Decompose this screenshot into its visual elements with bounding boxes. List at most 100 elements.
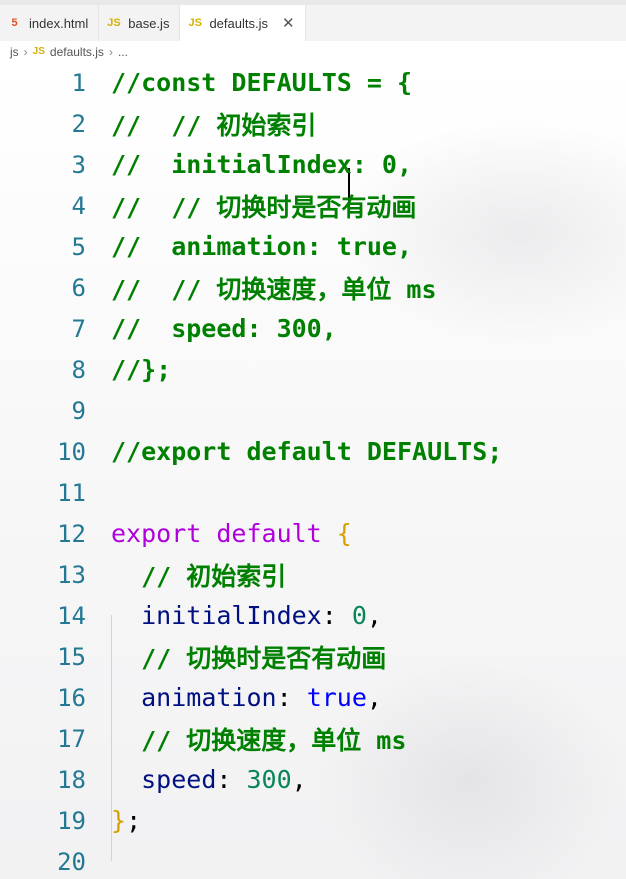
line-number: 14	[57, 601, 86, 630]
code-line[interactable]: 8 //};	[0, 349, 626, 390]
breadcrumb-file[interactable]: defaults.js	[50, 45, 104, 59]
code-line[interactable]: 14 initialIndex: 0,	[0, 595, 626, 636]
line-number: 2	[71, 109, 86, 138]
code-text: // // 切换速度，单位 ms	[111, 270, 437, 306]
code-text: // 切换速度，单位 ms	[111, 721, 406, 757]
line-number: 19	[57, 806, 86, 835]
comment-token: //const DEFAULTS = {	[111, 68, 413, 97]
code-line[interactable]: 1 //const DEFAULTS = {	[0, 62, 626, 103]
code-text: // initialIndex: 0,	[111, 150, 412, 179]
js-icon: JS	[188, 17, 202, 29]
line-number: 1	[71, 68, 86, 97]
comment-token: //export default DEFAULTS;	[111, 437, 503, 466]
brace-token: {	[336, 519, 352, 548]
value-token: true	[306, 683, 367, 712]
value-token: 0	[351, 601, 367, 630]
html5-icon: 5	[11, 17, 18, 29]
code-line[interactable]: 12 export default {	[0, 513, 626, 554]
semicolon-token: ;	[126, 806, 142, 835]
code-text: };	[111, 806, 141, 835]
comment-token: // speed: 300,	[111, 314, 337, 343]
code-line[interactable]: 18 speed: 300,	[0, 759, 626, 800]
code-line[interactable]: 2 // // 初始索引	[0, 103, 626, 144]
code-text: // animation: true,	[111, 232, 412, 261]
code-line[interactable]: 16 animation: true,	[0, 677, 626, 718]
code-line[interactable]: 19};	[0, 800, 626, 841]
code-line[interactable]: 9	[0, 390, 626, 431]
line-number: 18	[57, 765, 86, 794]
line-number: 11	[57, 478, 86, 507]
line-number: 16	[57, 683, 86, 712]
keyword-token: export default	[111, 519, 322, 548]
code-text: // // 切换时是否有动画	[111, 188, 416, 224]
code-text: // // 初始索引	[111, 106, 316, 142]
line-number: 9	[71, 396, 86, 425]
code-line[interactable]: 6 // // 切换速度，单位 ms	[0, 267, 626, 308]
tab-defaults-js[interactable]: JS defaults.js ✕	[180, 5, 306, 41]
breadcrumb-symbols[interactable]: ...	[118, 45, 128, 59]
comma-token: ,	[366, 683, 382, 712]
code-text: // 切换时是否有动画	[111, 639, 386, 675]
code-line[interactable]: 3 // initialIndex: 0,	[0, 144, 626, 185]
tab-bar: 5 index.html JS base.js JS defaults.js ✕	[0, 0, 626, 41]
comma-token: ,	[366, 601, 382, 630]
comment-token: // animation: true,	[111, 232, 413, 261]
close-icon[interactable]: ✕	[282, 14, 295, 32]
comment-token: // // 切换速度，单位 ms	[111, 274, 437, 304]
colon-token: :	[276, 683, 307, 712]
property-token: initialIndex	[141, 601, 322, 630]
tab-bar-spacer	[305, 5, 626, 41]
code-text: speed: 300,	[111, 765, 307, 794]
property-token: animation	[141, 683, 277, 712]
line-number: 7	[71, 314, 86, 343]
line-number: 20	[57, 847, 86, 876]
line-number: 17	[57, 724, 86, 753]
brace-token: }	[111, 806, 127, 835]
tab-base-js[interactable]: JS base.js	[99, 5, 181, 41]
line-number: 3	[71, 150, 86, 179]
comment-token: // 初始索引	[111, 561, 287, 591]
chevron-right-icon: ›	[108, 44, 113, 59]
tab-label: defaults.js	[209, 15, 268, 31]
comma-token: ,	[291, 765, 307, 794]
colon-token: :	[216, 765, 247, 794]
code-line[interactable]: 5 // animation: true,	[0, 226, 626, 267]
code-text: // 初始索引	[111, 557, 286, 593]
line-number: 13	[57, 560, 86, 589]
code-line[interactable]: 7 // speed: 300,	[0, 308, 626, 349]
line-number: 8	[71, 355, 86, 384]
js-icon: JS	[107, 17, 121, 29]
line-number: 10	[57, 437, 86, 466]
property-token: speed	[141, 765, 217, 794]
js-icon: JS	[32, 46, 45, 57]
code-text: animation: true,	[111, 683, 382, 712]
line-number: 4	[71, 191, 86, 220]
breadcrumb-folder[interactable]: js	[10, 45, 19, 59]
line-number: 5	[71, 232, 86, 261]
code-text: export default {	[111, 519, 352, 548]
comment-token: // initialIndex: 0,	[111, 150, 413, 179]
code-text: initialIndex: 0,	[111, 601, 382, 630]
code-line[interactable]: 17 // 切换速度，单位 ms	[0, 718, 626, 759]
code-editor[interactable]: 1 //const DEFAULTS = { 2 // // 初始索引 3 // init…	[0, 62, 626, 879]
comment-token: // // 初始索引	[111, 110, 317, 140]
code-line[interactable]: 11	[0, 472, 626, 513]
tab-index-html[interactable]: 5 index.html	[0, 5, 100, 41]
code-line[interactable]: 4 // // 切换时是否有动画	[0, 185, 626, 226]
code-text: //const DEFAULTS = {	[111, 68, 412, 97]
code-line[interactable]: 13 // 初始索引	[0, 554, 626, 595]
code-text: //export default DEFAULTS;	[111, 437, 502, 466]
code-text: //};	[111, 355, 171, 384]
code-line[interactable]: 20	[0, 841, 626, 879]
comment-token: // 切换时是否有动画	[111, 643, 387, 673]
code-line[interactable]: 10 //export default DEFAULTS;	[0, 431, 626, 472]
tab-label: index.html	[29, 15, 89, 31]
code-text: // speed: 300,	[111, 314, 337, 343]
code-line[interactable]: 15 // 切换时是否有动画	[0, 636, 626, 677]
comment-token: //};	[111, 355, 172, 384]
chevron-right-icon: ›	[23, 44, 28, 59]
